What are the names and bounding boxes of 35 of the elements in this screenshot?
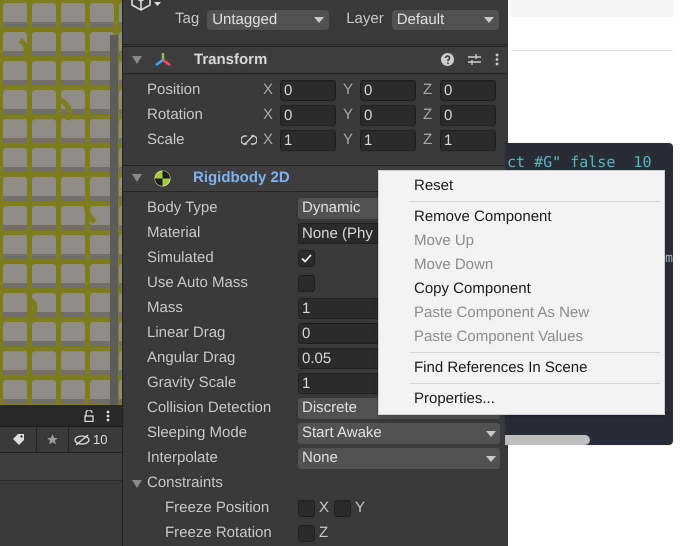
axis-label: X	[263, 80, 274, 100]
field-label: Simulated	[147, 248, 215, 268]
field-label: Body Type	[147, 198, 219, 218]
field-label: Sleeping Mode	[147, 423, 248, 444]
code-fragment: m	[665, 251, 673, 267]
field-label: Freeze Position	[165, 498, 270, 518]
axis-label: Z	[423, 130, 434, 150]
tag-label: Tag	[175, 8, 200, 29]
group-label: Constraints	[147, 473, 223, 494]
code-line: ct #G" false 10	[507, 153, 652, 171]
axis-label: Y	[343, 104, 354, 125]
field-label: Collision Detection	[147, 398, 272, 418]
axis-label: X	[319, 498, 330, 518]
component-title: Rigidbody 2D	[193, 168, 290, 188]
field-label: Angular Drag	[147, 348, 236, 368]
field-label: Freeze Rotation	[165, 523, 273, 544]
axis-label: Z	[423, 104, 434, 125]
field-label: Scale	[147, 130, 186, 150]
component-title: Transform	[194, 50, 268, 70]
axis-label: X	[263, 130, 274, 150]
layer-label: Layer	[346, 8, 384, 29]
field-label: Rotation	[147, 104, 204, 125]
axis-label: Z	[423, 80, 434, 100]
axis-label: Y	[343, 130, 354, 150]
axis-label: Y	[343, 80, 354, 100]
field-label: Use Auto Mass	[147, 273, 249, 294]
field-label: Material	[147, 223, 202, 244]
field-label: Gravity Scale	[147, 373, 238, 394]
field-label: Interpolate	[147, 448, 219, 468]
axis-label: Y	[355, 498, 366, 518]
field-label: Linear Drag	[147, 323, 226, 344]
field-label: Position	[147, 80, 202, 100]
field-label: Mass	[147, 298, 184, 318]
axis-label: Z	[319, 523, 328, 544]
axis-label: X	[263, 104, 274, 125]
